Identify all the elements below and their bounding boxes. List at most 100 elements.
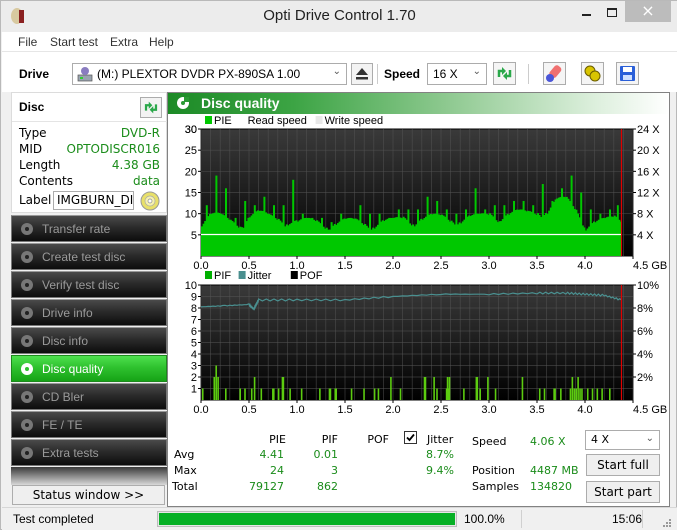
speed-select[interactable]: 16 X ⌄ <box>427 63 487 85</box>
erase-button[interactable] <box>543 62 566 85</box>
y2-tick-label: 4 X <box>637 230 654 242</box>
panel-title: Disc quality <box>201 95 280 111</box>
pif-bar <box>575 388 577 400</box>
disc-label-button[interactable] <box>139 190 161 212</box>
speed-label: Speed <box>472 435 507 448</box>
menu-start-test[interactable]: Start test <box>50 35 98 49</box>
disc-icon <box>21 447 33 459</box>
pif-bar <box>543 388 546 400</box>
nav-transfer-rate[interactable]: Transfer rate <box>11 215 167 242</box>
x-tick-label: 3.0 <box>481 260 496 272</box>
status-window-button[interactable]: Status window >> <box>12 485 165 505</box>
app-window: Opti Drive Control 1.70 × File Start tes… <box>0 0 677 530</box>
pif-bar <box>433 377 435 400</box>
test-speed-select[interactable]: 4 X ⌄ <box>585 430 660 450</box>
legend-swatch-write-speed <box>315 116 323 124</box>
divider <box>642 510 643 528</box>
nav-verify-test-disc[interactable]: Verify test disc <box>11 271 167 298</box>
pif-bar <box>239 388 241 400</box>
refresh-button[interactable] <box>493 62 516 85</box>
menu-file[interactable]: File <box>18 35 37 49</box>
pif-bar <box>521 377 524 400</box>
disc-icon <box>21 391 33 403</box>
legend-label-pif: PIF <box>214 270 231 282</box>
nav-fe-te[interactable]: FE / TE <box>11 411 167 438</box>
settings-button[interactable] <box>581 62 604 85</box>
stats-header-pif: PIF <box>321 433 338 446</box>
y2-tick-label: 12 X <box>637 188 660 200</box>
y2-tick-label: 8 X <box>637 209 654 221</box>
save-icon <box>620 66 635 81</box>
disc-refresh-button[interactable] <box>140 97 162 118</box>
chevron-down-icon: ⌄ <box>332 66 341 77</box>
progress-bar <box>157 511 457 527</box>
nav-disc-quality[interactable]: Disc quality <box>11 355 167 382</box>
pif-bar <box>277 388 280 400</box>
x-tick-label: 2.0 <box>385 260 400 272</box>
menu-help[interactable]: Help <box>149 35 174 49</box>
menu-extra[interactable]: Extra <box>110 35 138 49</box>
pif-bar <box>373 388 376 400</box>
nav-cd-bler[interactable]: CD Bler <box>11 383 167 410</box>
nav-drive-info[interactable]: Drive info <box>11 299 167 326</box>
save-button[interactable] <box>616 62 639 85</box>
nav-disc-info[interactable]: Disc info <box>11 327 167 354</box>
start-full-button[interactable]: Start full <box>586 454 660 476</box>
divider <box>521 510 522 528</box>
legend-label-pie: PIE <box>214 115 232 127</box>
x-tick-label: 3.0 <box>481 404 496 416</box>
pif-bar <box>399 388 402 400</box>
stats-total-label: Total <box>172 480 198 493</box>
pif-bar <box>215 365 217 400</box>
resize-grip-icon[interactable] <box>661 517 671 527</box>
jitter-checkbox[interactable] <box>404 431 417 444</box>
stats-avg-pie: 4.41 <box>259 448 285 461</box>
disc-quality-icon <box>177 97 189 109</box>
x-tick-label: 0.0 <box>193 260 208 272</box>
stats-total-pie: 79127 <box>249 480 284 493</box>
pif-bar <box>424 377 427 400</box>
start-part-button[interactable]: Start part <box>586 481 660 503</box>
pif-bar <box>260 388 263 400</box>
eject-button[interactable] <box>351 63 373 85</box>
y-tick-label: 9 <box>191 292 197 304</box>
progress-fill <box>159 513 455 525</box>
disc-header: Disc <box>19 100 45 114</box>
y2-tick-label: 6% <box>637 326 653 338</box>
y-tick-label: 6 <box>191 326 197 338</box>
pif-bar <box>609 388 611 400</box>
disc-label-input[interactable]: IMGBURN_DISC <box>53 191 134 210</box>
nav-label: Disc info <box>42 334 89 348</box>
y2-tick-label: 16 X <box>637 166 660 178</box>
x-tick-label: 2.5 <box>433 404 448 416</box>
x-tick-label: 3.5 <box>529 404 544 416</box>
y-tick-label: 4 <box>191 349 197 361</box>
samples-label: Samples <box>472 480 519 493</box>
pif-bar <box>225 388 227 400</box>
y-tick-label: 5 <box>191 230 197 242</box>
nav-extra-tests[interactable]: Extra tests <box>11 439 167 466</box>
legend-label-jitter: Jitter <box>248 270 272 282</box>
pif-bar <box>554 388 556 400</box>
disc-icon <box>21 363 33 375</box>
legend-label-write-speed: Write speed <box>325 115 384 127</box>
x-tick-label: 1.5 <box>337 404 352 416</box>
pif-bar <box>538 388 541 400</box>
y2-tick-label: 2% <box>637 372 653 384</box>
toolbar-separator <box>377 64 378 84</box>
disc-icon <box>21 279 33 291</box>
x-tick-label: 4.0 <box>577 404 592 416</box>
speed-value: 4.06 X <box>530 435 566 448</box>
pif-bar <box>363 388 365 400</box>
close-button[interactable]: × <box>625 1 671 22</box>
chevron-down-icon: ⌄ <box>472 66 481 77</box>
drive-select[interactable]: (M:) PLEXTOR DVDR PX-890SA 1.00 ⌄ <box>72 63 347 85</box>
minimize-button[interactable] <box>582 14 591 16</box>
legend-swatch-jitter <box>238 271 246 279</box>
y-tick-label: 2 <box>191 372 197 384</box>
nav-create-test-disc[interactable]: Create test disc <box>11 243 167 270</box>
x-tick-label: 2.5 <box>433 260 448 272</box>
legend-swatch-pif <box>205 271 212 279</box>
maximize-button[interactable] <box>607 8 617 17</box>
pif-bar <box>586 388 589 400</box>
